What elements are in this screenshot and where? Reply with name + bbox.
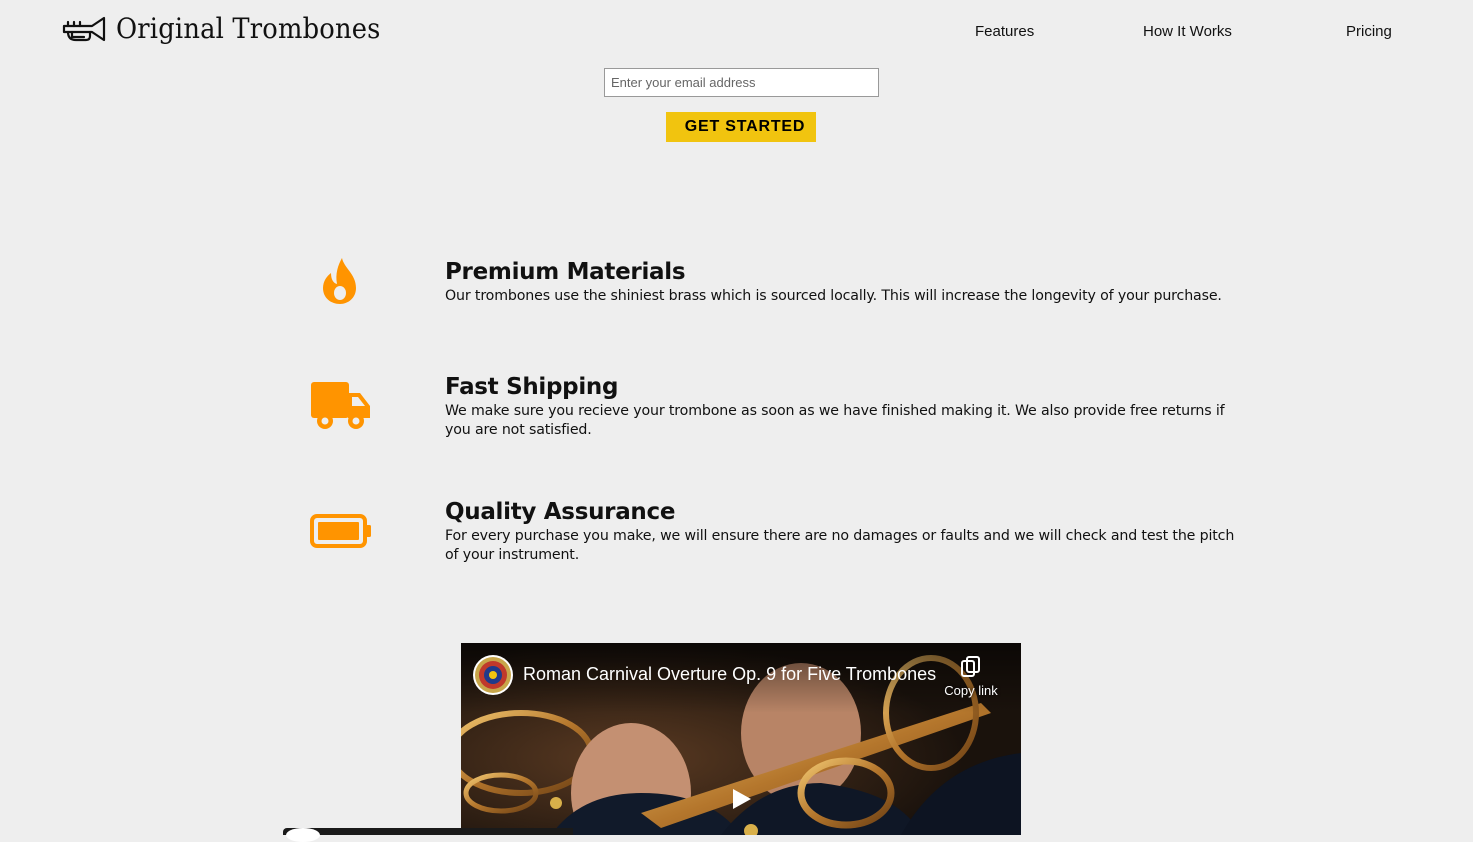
- feature-title-fast-shipping: Fast Shipping: [445, 374, 619, 400]
- brand-name: Original Trombones: [116, 12, 381, 45]
- play-icon[interactable]: [727, 785, 755, 813]
- email-input[interactable]: [604, 68, 879, 97]
- copy-icon: [961, 656, 980, 677]
- feature-description-premium-materials: Our trombones use the shiniest brass whi…: [445, 288, 1222, 304]
- bottom-toolbar-handle[interactable]: [286, 828, 320, 842]
- feature-description-quality-assurance: For every purchase you make, we will ens…: [445, 528, 1235, 563]
- copy-link-label: Copy link: [944, 683, 998, 698]
- nav-link-how-it-works[interactable]: How It Works: [1143, 23, 1232, 40]
- army-band-logo-icon: [475, 657, 511, 693]
- video-embed[interactable]: Roman Carnival Overture Op. 9 for Five T…: [461, 643, 1021, 835]
- site-header: Original Trombones Features How It Works…: [0, 0, 1473, 62]
- copy-link-button[interactable]: Copy link: [939, 651, 1003, 711]
- trumpet-logo-icon: [62, 16, 106, 41]
- battery-icon: [310, 514, 371, 548]
- fire-icon: [323, 258, 356, 304]
- video-title[interactable]: Roman Carnival Overture Op. 9 for Five T…: [523, 664, 936, 685]
- channel-avatar[interactable]: [473, 655, 513, 695]
- brand-logo[interactable]: Original Trombones: [62, 12, 404, 45]
- feature-title-premium-materials: Premium Materials: [445, 259, 686, 285]
- truck-icon: [311, 382, 370, 429]
- bottom-toolbar: [283, 828, 573, 835]
- feature-description-fast-shipping: We make sure you recieve your trombone a…: [445, 403, 1225, 438]
- nav-link-features[interactable]: Features: [975, 23, 1034, 40]
- feature-title-quality-assurance: Quality Assurance: [445, 499, 676, 525]
- nav-link-pricing[interactable]: Pricing: [1346, 23, 1392, 40]
- get-started-button[interactable]: GET STARTED: [666, 112, 816, 142]
